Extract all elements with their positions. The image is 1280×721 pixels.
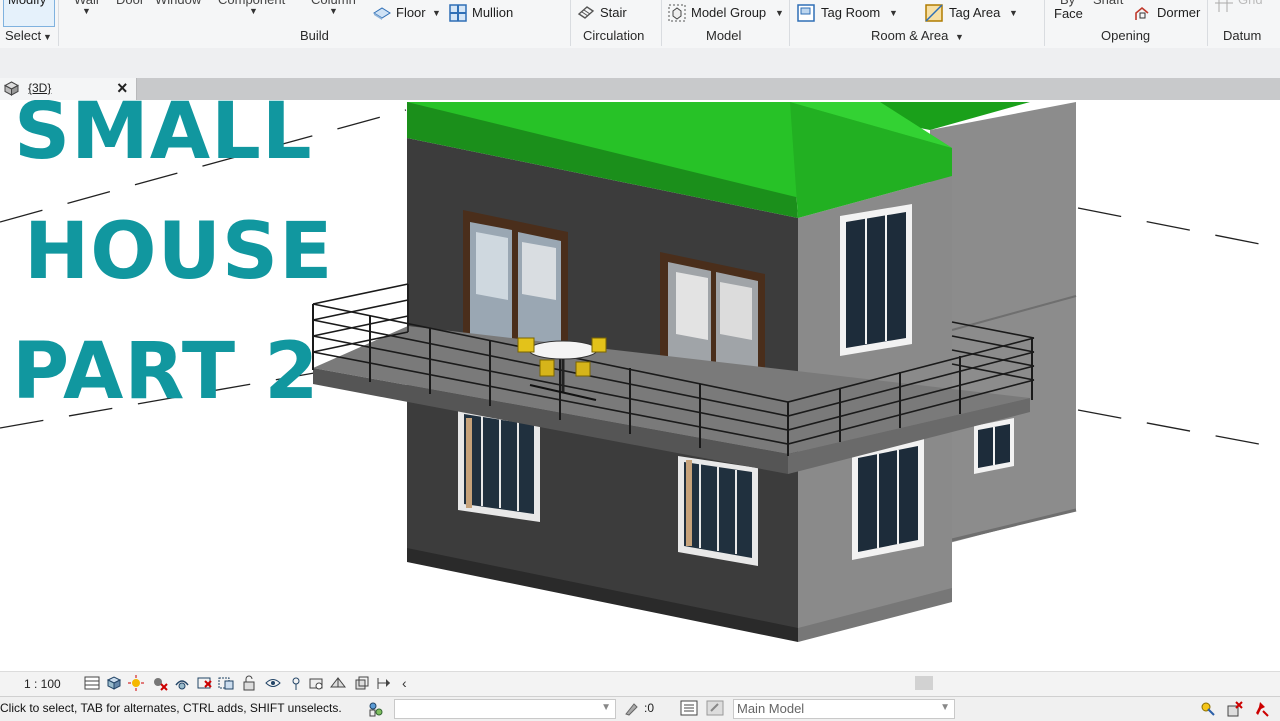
floor-icon[interactable] <box>373 4 391 22</box>
shadows-icon[interactable] <box>152 675 168 691</box>
unlocked-3d-icon[interactable] <box>241 675 257 691</box>
grid-button[interactable]: Grid <box>1238 0 1263 8</box>
lower-window-right <box>678 456 758 566</box>
panel-datum-label: Datum <box>1223 28 1262 43</box>
side-window-lower <box>852 438 924 560</box>
panel-opening-label: Opening <box>1101 28 1151 43</box>
model-group-icon[interactable] <box>668 4 686 22</box>
panel-select-label[interactable]: Select <box>5 28 41 43</box>
close-icon[interactable]: × <box>117 78 128 99</box>
chevron-down-icon[interactable]: ▼ <box>775 8 784 18</box>
grid-icon[interactable] <box>1215 0 1233 12</box>
main-model-dropdown[interactable]: Main Model ▼ <box>733 699 955 719</box>
tag-area-icon[interactable] <box>925 4 943 22</box>
tag-area-button[interactable]: Tag Area <box>949 5 1000 21</box>
chevron-left-icon[interactable]: ‹ <box>402 675 407 691</box>
analytical-model-icon[interactable] <box>330 675 346 691</box>
detail-level-icon[interactable] <box>84 675 100 691</box>
status-bar: Click to select, TAB for alternates, CTR… <box>0 696 1280 721</box>
modify-label: Modify <box>8 0 46 8</box>
thumbnail-title-line-2: HOUSE <box>24 207 334 297</box>
modify-button[interactable]: Modify <box>3 0 55 27</box>
chevron-down-icon[interactable]: ▼ <box>329 6 338 16</box>
lower-window-left <box>458 408 540 522</box>
view-scale[interactable]: 1 : 100 <box>24 677 61 691</box>
panel-build-label: Build <box>300 28 329 43</box>
shaft-button[interactable]: Shaft <box>1093 0 1123 8</box>
select-links-icon[interactable] <box>1199 700 1217 718</box>
chevron-down-icon[interactable]: ▼ <box>889 8 898 18</box>
cube-icon <box>4 81 19 96</box>
chevron-down-icon[interactable]: ▼ <box>249 6 258 16</box>
show-crop-icon[interactable] <box>218 675 234 691</box>
visual-style-icon[interactable] <box>106 675 122 691</box>
chevron-down-icon[interactable]: ▼ <box>1009 8 1018 18</box>
window-button[interactable]: Window <box>155 0 201 8</box>
panel-room-area-label[interactable]: Room & Area <box>871 28 948 43</box>
sun-path-icon[interactable] <box>128 675 144 691</box>
rendering-icon[interactable] <box>174 675 190 691</box>
reveal-constraints-icon[interactable] <box>376 675 392 691</box>
scrollbar-thumb[interactable] <box>915 676 933 690</box>
3d-view-canvas[interactable]: SMALL HOUSE PART 2 <box>0 100 1280 670</box>
highlight-displacement-icon[interactable] <box>354 675 370 691</box>
stair-icon[interactable] <box>577 4 595 22</box>
reveal-hidden-icon[interactable] <box>288 675 304 691</box>
select-pinned-icon[interactable] <box>1252 700 1270 718</box>
tab-3d-view[interactable]: {3D} × <box>0 78 137 100</box>
dormer-icon[interactable] <box>1134 4 1152 22</box>
selection-count: :0 <box>644 701 655 715</box>
ribbon-tray <box>0 48 1280 78</box>
side-window-upper <box>840 204 912 356</box>
worksets-icon[interactable] <box>367 700 385 718</box>
tab-label: {3D} <box>28 81 52 95</box>
select-underlay-icon[interactable] <box>1226 700 1244 718</box>
thumbnail-title-line-1: SMALL <box>14 100 313 177</box>
chevron-down-icon[interactable]: ▼ <box>601 702 611 713</box>
main-model-value: Main Model <box>737 701 805 716</box>
horizontal-scrollbar[interactable] <box>418 675 1268 691</box>
chevron-down-icon[interactable]: ▼ <box>940 702 950 713</box>
status-message: Click to select, TAB for alternates, CTR… <box>0 701 342 715</box>
by-face-button[interactable]: Face <box>1054 6 1083 22</box>
exclude-options-icon[interactable] <box>706 700 724 716</box>
chevron-down-icon[interactable]: ▼ <box>955 32 964 42</box>
view-tab-bar: {3D} × <box>0 78 1280 100</box>
back-window <box>974 418 1014 474</box>
chevron-down-icon[interactable]: ▼ <box>43 32 52 42</box>
stair-button[interactable]: Stair <box>600 5 627 21</box>
mullion-button[interactable]: Mullion <box>472 5 513 21</box>
floor-button[interactable]: Floor <box>396 5 426 21</box>
chevron-down-icon[interactable]: ▼ <box>82 6 91 16</box>
workset-dropdown[interactable]: ▼ <box>394 699 616 719</box>
tag-room-button[interactable]: Tag Room <box>821 5 880 21</box>
chevron-down-icon[interactable]: ▼ <box>432 8 441 18</box>
dormer-button[interactable]: Dormer <box>1157 5 1200 21</box>
temporary-view-properties-icon[interactable] <box>308 675 324 691</box>
thumbnail-title-line-3: PART 2 <box>12 327 320 417</box>
design-options-icon[interactable] <box>680 700 698 716</box>
editable-only-icon[interactable] <box>624 700 640 716</box>
temporary-hide-icon[interactable] <box>265 675 281 691</box>
door-button[interactable]: Door <box>116 0 144 8</box>
model-group-button[interactable]: Model Group <box>691 5 766 21</box>
tag-room-icon[interactable] <box>797 4 815 22</box>
panel-circulation-label: Circulation <box>583 28 645 43</box>
view-control-bar: 1 : 100 ‹ <box>0 671 1280 696</box>
ribbon: Modify Select ▼ Wall ▼ Door Window Compo… <box>0 0 1280 49</box>
panel-model-label: Model <box>706 28 742 43</box>
mullion-icon[interactable] <box>449 4 467 22</box>
crop-view-icon[interactable] <box>196 675 212 691</box>
